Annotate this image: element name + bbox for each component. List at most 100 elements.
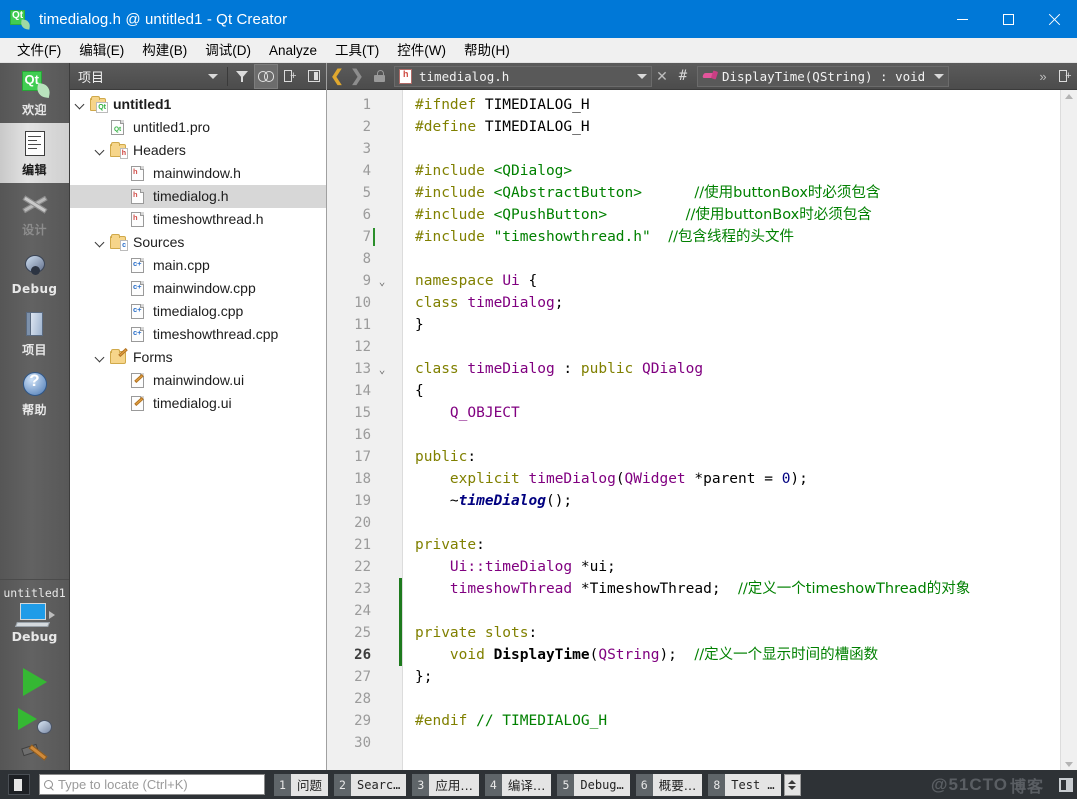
- maximize-button[interactable]: [985, 0, 1031, 38]
- output-pane-button[interactable]: 1 问题: [274, 773, 329, 796]
- lock-toggle-button[interactable]: [367, 64, 391, 89]
- build-button[interactable]: [20, 743, 50, 770]
- tree-item-label: timeshowthread.h: [153, 211, 264, 227]
- output-pane-button[interactable]: 4 编译…: [484, 773, 552, 796]
- kit-selector[interactable]: untitled1 Debug: [0, 579, 69, 654]
- split-button[interactable]: +: [278, 64, 302, 89]
- symbol-combo[interactable]: DisplayTime(QString) : void: [697, 65, 949, 87]
- minimize-button[interactable]: [939, 0, 985, 38]
- output-pane-button[interactable]: 5 Debug…: [557, 773, 630, 796]
- code-line: {: [415, 380, 1060, 402]
- locator-input[interactable]: Type to locate (Ctrl+K): [39, 774, 265, 795]
- output-pane-button[interactable]: 3 应用…: [412, 773, 479, 796]
- menu-edit[interactable]: 编辑(E): [70, 39, 133, 62]
- tree-item-label: main.cpp: [153, 257, 210, 273]
- menu-file[interactable]: 文件(F): [8, 39, 70, 62]
- run-button[interactable]: [22, 668, 47, 696]
- tree-item-timedialog-ui[interactable]: timedialog.ui: [70, 392, 326, 415]
- open-file-combo[interactable]: timedialog.h: [394, 65, 652, 87]
- tree-item-timeshowthread-cpp[interactable]: c+ timeshowthread.cpp: [70, 323, 326, 346]
- expander[interactable]: [90, 353, 110, 362]
- menu-build[interactable]: 构建(B): [133, 39, 196, 62]
- output-pane-button[interactable]: 2 Searc…: [334, 773, 407, 796]
- tree-item-main-cpp[interactable]: c+ main.cpp: [70, 254, 326, 277]
- toolbar-overflow-button[interactable]: »: [1033, 69, 1053, 84]
- go-forward-button[interactable]: ❯: [347, 64, 367, 89]
- tree-item-timedialog-h[interactable]: h timedialog.h: [70, 185, 326, 208]
- code-line: namespace Ui {: [415, 270, 1060, 292]
- chevron-up-icon[interactable]: [1064, 93, 1074, 99]
- expander[interactable]: [90, 146, 110, 155]
- code-token: ~: [415, 493, 459, 509]
- tree-item-mainwindow-cpp[interactable]: c+ mainwindow.cpp: [70, 277, 326, 300]
- tree-item-headers[interactable]: h Headers: [70, 139, 326, 162]
- mode-edit[interactable]: 编辑: [0, 123, 69, 183]
- project-tree[interactable]: Qt untitled1 Qt untitled1.pro h Headers: [70, 90, 326, 770]
- tree-item-mainwindow-ui[interactable]: mainwindow.ui: [70, 369, 326, 392]
- hash-label: #: [678, 68, 688, 84]
- sidebar-toggle-button[interactable]: [8, 774, 30, 795]
- debug-button[interactable]: [17, 708, 52, 734]
- chevron-down-icon[interactable]: [930, 73, 948, 79]
- view-selector-dropdown[interactable]: [201, 64, 225, 89]
- close-sidebar-button[interactable]: [302, 64, 326, 89]
- code-token: :: [554, 361, 581, 377]
- gutter-line: 25: [327, 622, 402, 644]
- h-file-icon: [399, 68, 414, 84]
- expander[interactable]: [70, 100, 90, 109]
- editor-split-button[interactable]: +: [1053, 64, 1077, 89]
- tree-item-timeshowthread-h[interactable]: h timeshowthread.h: [70, 208, 326, 231]
- mode-projects[interactable]: 项目: [0, 303, 69, 363]
- mode-welcome[interactable]: 欢迎: [0, 63, 69, 123]
- output-pane-button[interactable]: 6 概要…: [635, 773, 703, 796]
- tree-item-untitled1[interactable]: Qt untitled1: [70, 93, 326, 116]
- code-token: {: [519, 273, 538, 289]
- menu-window[interactable]: 控件(W): [388, 39, 455, 62]
- right-panel-toggle-button[interactable]: [1059, 777, 1073, 792]
- code-token: :: [476, 537, 485, 553]
- code-text[interactable]: #ifndef TIMEDIALOG_H #define TIMEDIALOG_H…: [403, 90, 1060, 770]
- sync-with-editor-button[interactable]: [254, 63, 278, 89]
- expander[interactable]: [90, 238, 110, 247]
- mode-debug[interactable]: Debug: [0, 243, 69, 303]
- tree-item-untitled1-pro[interactable]: Qt untitled1.pro: [70, 116, 326, 139]
- code-token: );: [659, 647, 677, 663]
- go-back-button[interactable]: ❮: [327, 64, 347, 89]
- tree-item-mainwindow-h[interactable]: h mainwindow.h: [70, 162, 326, 185]
- line-number: 9: [362, 273, 371, 289]
- mode-help[interactable]: ? 帮助: [0, 363, 69, 423]
- filter-button[interactable]: [230, 64, 254, 89]
- main-area: 欢迎 编辑 设计 Debug: [0, 63, 1077, 770]
- fold-chevron-icon[interactable]: ⌄: [373, 363, 391, 376]
- split-add-icon: +: [1058, 70, 1072, 82]
- watermark-cjk: 博客: [1009, 776, 1044, 796]
- menu-analyze[interactable]: Analyze: [260, 39, 326, 62]
- code-token: #include: [415, 229, 494, 245]
- mode-design[interactable]: 设计: [0, 183, 69, 243]
- chevron-down-icon[interactable]: [633, 73, 651, 79]
- code-token: #define: [415, 119, 485, 135]
- editor-vertical-scrollbar[interactable]: [1060, 90, 1077, 770]
- output-pane-button[interactable]: 8 Test …: [708, 773, 781, 796]
- close-button[interactable]: [1031, 0, 1077, 38]
- ui-file-icon: [130, 373, 147, 388]
- tree-item-forms[interactable]: Forms: [70, 346, 326, 369]
- menu-debug[interactable]: 调试(D): [196, 39, 260, 62]
- text-cursor: [373, 228, 375, 246]
- chevron-down-icon[interactable]: [1064, 761, 1074, 767]
- code-editor[interactable]: 1 2 3 4 5 6 7 8 9 ⌄ 10 11 12 13 ⌄ 14 15 16 17 18 19 20 21 22 23 2…: [327, 90, 1077, 770]
- close-document-button[interactable]: ✕: [652, 68, 672, 85]
- output-scroll-spinner[interactable]: [783, 773, 801, 796]
- fold-chevron-icon[interactable]: ⌄: [373, 275, 391, 288]
- tree-item-sources[interactable]: c Sources: [70, 231, 326, 254]
- h-file-icon: h: [130, 212, 147, 227]
- content-split: 项目 + Qt untitled1 Qt untitled1.pro h Hea…: [70, 63, 1077, 770]
- tree-item-timedialog-cpp[interactable]: c+ timedialog.cpp: [70, 300, 326, 323]
- menu-help[interactable]: 帮助(H): [455, 39, 519, 62]
- menu-tools[interactable]: 工具(T): [326, 39, 388, 62]
